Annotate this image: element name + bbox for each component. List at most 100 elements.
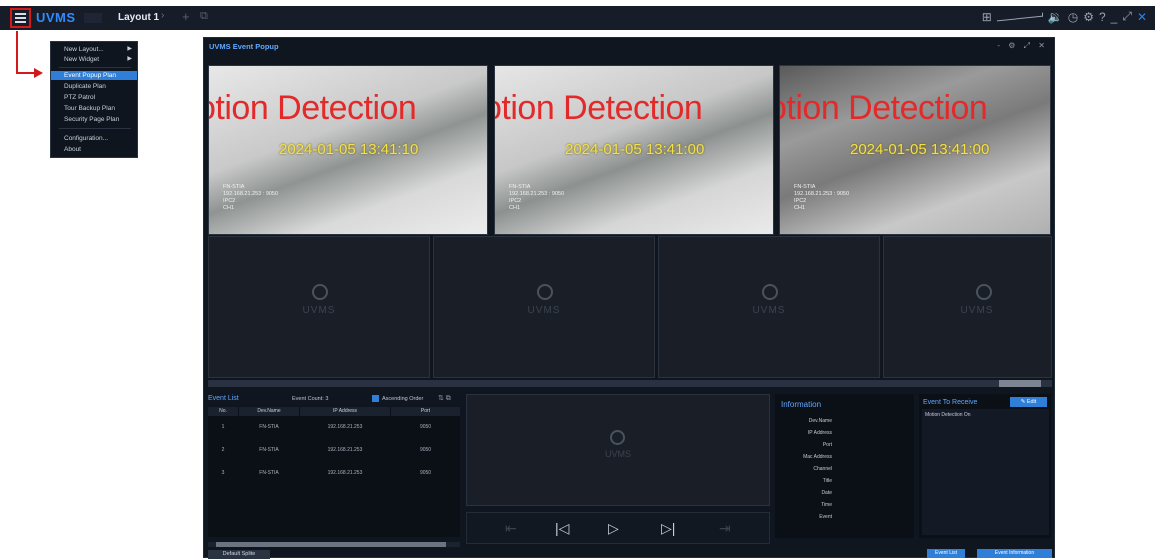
grid-icon[interactable]: ⊞ — [982, 10, 992, 24]
uvms-logo-icon — [762, 284, 778, 300]
horizontal-scrollbar[interactable] — [208, 380, 1052, 387]
table-cell[interactable]: 2 — [208, 447, 238, 453]
menu-item-label: New Layout... — [64, 46, 104, 53]
annotation-arrow-line — [16, 31, 18, 73]
table-cell[interactable]: 9050 — [391, 447, 460, 453]
volume-slider[interactable] — [996, 12, 1043, 21]
menu-item-label: PTZ Patrol — [64, 94, 96, 101]
annotation-arrow-head — [34, 68, 43, 78]
help-icon[interactable]: ? — [1099, 10, 1106, 24]
snapshot-tile[interactable]: otion Detection 2024-01-05 13:41:00 FN-S… — [494, 65, 774, 235]
info-field-label: Title — [822, 478, 832, 484]
add-tab-icon[interactable]: + — [182, 9, 190, 24]
menu-item-ptz-patrol[interactable]: PTZ Patrol — [51, 93, 137, 102]
menu-item-duplicate-plan[interactable]: Duplicate Plan — [51, 82, 137, 91]
event-information-button[interactable]: Event Information — [977, 549, 1052, 558]
empty-video-cell[interactable]: UVMS — [883, 236, 1052, 378]
motion-detection-text: otion Detection — [779, 89, 988, 127]
motion-detection-text: otion Detection — [208, 89, 417, 127]
empty-video-cell[interactable]: UVMS — [433, 236, 655, 378]
event-list-tool-icons[interactable]: ⇅ ⧉ — [438, 394, 451, 403]
menu-item-security-page-plan[interactable]: Security Page Plan — [51, 115, 137, 124]
info-field-label: Time — [821, 502, 832, 508]
information-title: Information — [781, 400, 822, 409]
edit-button[interactable]: ✎ Edit — [1010, 397, 1047, 407]
event-list-header: Event List Event Count: 3 Ascending Orde… — [208, 394, 460, 405]
table-cell[interactable]: 3 — [208, 470, 238, 476]
snapshot-info: FN-STIA 192.168.21.253 : 9050 IPC2 CH1 — [223, 184, 279, 211]
rewind-icon[interactable]: ⇤ — [505, 520, 517, 537]
uvms-logo-icon — [976, 284, 992, 300]
info-field-label: Port — [822, 442, 832, 448]
gear-icon[interactable]: ⚙ — [1083, 10, 1094, 24]
snapshot-info: FN-STIA 192.168.21.253 : 9050 IPC2 CH1 — [794, 184, 850, 211]
column-header[interactable]: No. — [208, 407, 238, 416]
cell-watermark: UVMS — [527, 305, 561, 316]
list-item[interactable]: Motion Detection On — [925, 412, 971, 418]
menu-item-new-layout[interactable]: New Layout... ▶ — [51, 45, 137, 54]
info-field-label: Date — [821, 490, 832, 496]
event-list-scrollbar[interactable] — [208, 542, 460, 547]
menu-item-label: Tour Backup Plan — [64, 105, 115, 112]
table-cell[interactable]: FN-STIA — [239, 447, 299, 453]
table-cell[interactable]: 9050 — [391, 424, 460, 430]
event-popup-window: UVMS Event Popup - ⚙ ⤢ ✕ otion Detection… — [203, 37, 1055, 559]
column-header[interactable]: IP Address — [300, 407, 390, 416]
previous-frame-icon[interactable]: |◁ — [555, 520, 569, 537]
fullscreen-icon[interactable]: ⤢ — [1122, 9, 1132, 24]
menu-item-about[interactable]: About — [51, 145, 137, 154]
main-menu-button[interactable] — [10, 8, 31, 28]
menu-item-label: Configuration... — [64, 135, 109, 142]
event-count-label: Event Count: — [292, 396, 324, 402]
app-logo: UVMS — [36, 10, 76, 25]
menu-item-configuration[interactable]: Configuration... — [51, 134, 137, 143]
scrollbar-thumb[interactable] — [999, 380, 1041, 387]
uvms-logo-icon — [610, 430, 625, 445]
info-field-label: Dev.Name — [808, 418, 832, 424]
table-cell[interactable]: 192.168.21.253 — [300, 447, 390, 453]
player-watermark: UVMS — [604, 449, 631, 459]
fast-forward-icon[interactable]: ⇥ — [719, 520, 731, 537]
event-list-table: No. Dev.Name IP Address Port 1 FN-STIA 1… — [208, 407, 460, 537]
tab-layout-1[interactable]: Layout 1 — [118, 12, 159, 23]
close-icon[interactable]: ✕ — [1137, 10, 1147, 24]
event-list-button[interactable]: Event List — [927, 549, 965, 558]
annotation-arrow-line — [16, 72, 36, 74]
menu-item-event-popup-plan[interactable]: Event Popup Plan — [51, 71, 137, 80]
menu-separator — [59, 128, 131, 129]
table-cell[interactable]: FN-STIA — [239, 470, 299, 476]
menu-item-label: New Widget — [64, 56, 100, 63]
menu-item-new-widget[interactable]: New Widget ▶ — [51, 55, 137, 64]
ascending-order-label: Ascending Order — [382, 396, 424, 402]
column-header[interactable]: Port — [391, 407, 460, 416]
table-cell[interactable]: FN-STIA — [239, 424, 299, 430]
table-cell[interactable]: 192.168.21.253 — [300, 470, 390, 476]
scrollbar-thumb[interactable] — [216, 542, 446, 547]
table-cell[interactable]: 9050 — [391, 470, 460, 476]
clock-icon[interactable]: ◷ — [1068, 10, 1078, 24]
snapshot-tile[interactable]: otion Detection 2024-01-05 13:41:00 FN-S… — [779, 65, 1051, 235]
restore-tab-icon[interactable]: ⧉ — [200, 10, 208, 23]
menu-item-tour-backup-plan[interactable]: Tour Backup Plan — [51, 104, 137, 113]
empty-video-cell[interactable]: UVMS — [658, 236, 880, 378]
empty-video-cell[interactable]: UVMS — [208, 236, 430, 378]
default-split-button[interactable]: Default Splite — [208, 550, 270, 559]
cell-watermark: UVMS — [302, 305, 336, 316]
minimize-icon[interactable]: _ — [1111, 10, 1118, 24]
menu-item-label: Security Page Plan — [64, 116, 120, 123]
column-header[interactable]: Dev.Name — [239, 407, 299, 416]
playback-view[interactable]: UVMS — [466, 394, 770, 506]
hamburger-icon — [15, 13, 26, 15]
ascending-order-checkbox[interactable] — [372, 395, 379, 402]
table-cell[interactable]: 192.168.21.253 — [300, 424, 390, 430]
tab-chevron-icon[interactable]: › — [161, 10, 164, 21]
window-title: UVMS Event Popup — [209, 42, 279, 51]
table-cell[interactable]: 1 — [208, 424, 238, 430]
play-icon[interactable]: ▷ — [608, 520, 619, 537]
pencil-icon: ✎ — [1020, 399, 1026, 405]
next-frame-icon[interactable]: ▷| — [661, 520, 675, 537]
snapshot-tile[interactable]: otion Detection 2024-01-05 13:41:10 FN-S… — [208, 65, 488, 235]
hamburger-icon-line — [15, 17, 26, 19]
window-controls[interactable]: - ⚙ ⤢ ✕ — [997, 41, 1048, 51]
volume-icon[interactable]: 🔉 — [1048, 10, 1063, 24]
